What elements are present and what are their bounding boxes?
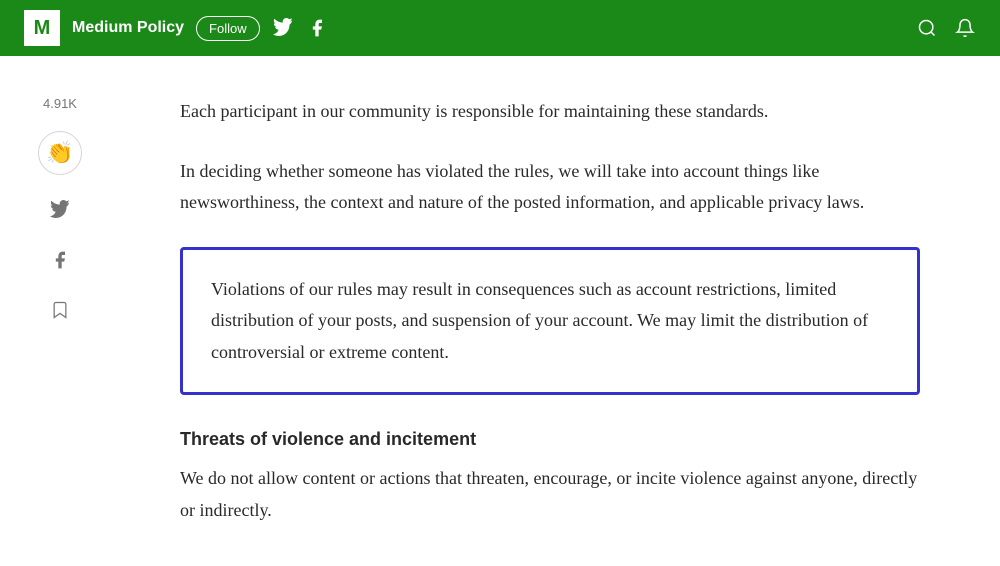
bell-icon [955, 18, 975, 38]
medium-logo[interactable]: M [24, 10, 60, 46]
bookmark-icon [50, 300, 70, 320]
follow-button[interactable]: Follow [196, 16, 260, 41]
highlighted-text: Violations of our rules may result in co… [211, 279, 868, 362]
main-content: Each participant in our community is res… [120, 56, 980, 566]
section-text: We do not allow content or actions that … [180, 463, 920, 526]
section-heading: Threats of violence and incitement [180, 423, 920, 455]
facebook-icon [307, 18, 327, 38]
twitter-icon [273, 18, 293, 38]
page-container: 4.91K 👏 Each participant in our communit… [0, 56, 1000, 566]
clap-count: 4.91K [43, 96, 77, 111]
facebook-share-icon [50, 250, 70, 270]
highlighted-box: Violations of our rules may result in co… [180, 247, 920, 396]
site-header: M Medium Policy Follow [0, 0, 1000, 56]
bookmark-button[interactable] [45, 295, 75, 325]
search-icon [917, 18, 937, 38]
search-button[interactable] [916, 17, 938, 39]
sidebar: 4.91K 👏 [0, 56, 120, 532]
clap-button[interactable]: 👏 [38, 131, 82, 175]
paragraph-2: In deciding whether someone has violated… [180, 156, 920, 219]
header-left: M Medium Policy Follow [24, 10, 916, 46]
twitter-header-icon[interactable] [272, 17, 294, 39]
twitter-share-button[interactable] [45, 195, 75, 225]
notifications-button[interactable] [954, 17, 976, 39]
publication-title: Medium Policy [72, 19, 184, 37]
header-right-icons [916, 17, 976, 39]
facebook-header-icon[interactable] [306, 17, 328, 39]
twitter-share-icon [50, 200, 70, 220]
clap-icon: 👏 [46, 140, 73, 166]
paragraph-1: Each participant in our community is res… [180, 96, 920, 128]
facebook-share-button[interactable] [45, 245, 75, 275]
